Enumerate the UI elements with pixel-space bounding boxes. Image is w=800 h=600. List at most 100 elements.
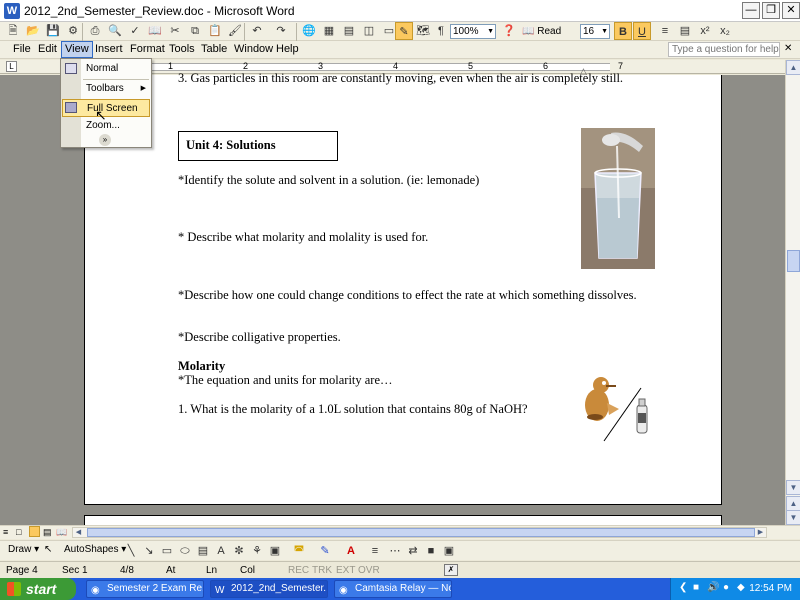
print-preview-icon[interactable]: 🔍	[106, 22, 124, 40]
hyperlink-icon[interactable]: 🌐	[300, 22, 318, 40]
line-style-icon[interactable]: ≡	[366, 542, 384, 560]
subscript-icon[interactable]: x₂	[716, 22, 734, 40]
paste-icon[interactable]: 📋	[206, 22, 224, 40]
superscript-icon[interactable]: x²	[696, 22, 714, 40]
tables-borders-icon[interactable]: ▦	[320, 22, 338, 40]
dash-style-icon[interactable]: ⋯	[386, 542, 404, 560]
status-trk[interactable]: TRK	[312, 565, 332, 576]
print-layout-icon[interactable]	[29, 526, 40, 537]
chevron-double-down-icon[interactable]: »	[99, 134, 111, 146]
scroll-left-icon[interactable]: ◀	[73, 528, 84, 537]
insert-table-icon[interactable]: ▤	[340, 22, 358, 40]
tray-expand-icon[interactable]: ❮	[679, 582, 687, 593]
document-page[interactable]: 3. Gas particles in this room are consta…	[84, 71, 722, 505]
menu-tools[interactable]: Tools	[169, 43, 195, 55]
shadow-style-icon[interactable]: ■	[422, 542, 440, 560]
spelling-icon[interactable]: ✓	[126, 22, 144, 40]
wordart-icon[interactable]: A	[212, 542, 230, 560]
undo-icon[interactable]: ↶	[248, 22, 266, 40]
scroll-up-icon[interactable]: ▲	[786, 60, 800, 75]
redo-icon[interactable]: ↷	[272, 22, 290, 40]
start-button[interactable]: start	[0, 578, 76, 600]
copy-icon[interactable]: ⧉	[186, 22, 204, 40]
horizontal-scroll-thumb[interactable]	[87, 528, 755, 537]
font-size-select[interactable]: 16 ▼	[580, 24, 610, 39]
insert-picture-icon[interactable]: ▣	[266, 542, 284, 560]
research-icon[interactable]: 📖	[146, 22, 164, 40]
previous-page-icon[interactable]: ▲	[786, 496, 800, 511]
cut-icon[interactable]: ✂	[166, 22, 184, 40]
arrow-style-icon[interactable]: ⇄	[404, 542, 422, 560]
bold-button[interactable]: B	[614, 22, 632, 40]
3d-style-icon[interactable]: ▣	[440, 542, 458, 560]
outline-view-icon[interactable]: ▤	[43, 527, 52, 538]
glass-of-water-image[interactable]	[581, 128, 655, 269]
oval-icon[interactable]: ⬭	[176, 542, 194, 560]
show-hide-icon[interactable]: ¶	[432, 22, 450, 40]
clip-art-icon[interactable]: ⚘	[248, 542, 266, 560]
word-doc-icon[interactable]: W	[4, 3, 20, 19]
menu-file[interactable]: File	[13, 43, 31, 55]
taskbar-item[interactable]: W 2012_2nd_Semester...	[210, 580, 328, 598]
permission-icon[interactable]: ⚙	[64, 22, 82, 40]
fit-width-icon[interactable]: ▤	[676, 22, 694, 40]
insert-excel-icon[interactable]: ◫	[360, 22, 378, 40]
open-folder-icon[interactable]: 📂	[24, 22, 42, 40]
close-icon[interactable]: ✕	[782, 2, 800, 19]
scroll-right-icon[interactable]: ▶	[755, 528, 766, 537]
status-rec[interactable]: REC	[288, 565, 309, 576]
status-ext[interactable]: EXT	[336, 565, 355, 576]
zoom-select[interactable]: 100% ▼	[450, 24, 496, 39]
save-icon[interactable]: 💾	[44, 22, 62, 40]
drawing-icon[interactable]: ✎	[395, 22, 413, 40]
read-button[interactable]: 📖 Read	[522, 24, 564, 39]
spelling-status-icon[interactable]: ✗	[444, 564, 458, 576]
help-search-input[interactable]	[668, 42, 780, 57]
security-icon[interactable]: ◆	[737, 582, 745, 593]
volume-icon[interactable]: 🔊	[707, 582, 719, 593]
menu-edit[interactable]: Edit	[38, 43, 57, 55]
menu-item-normal[interactable]: Normal	[62, 60, 150, 78]
menu-help[interactable]: Help	[276, 43, 299, 55]
autoshapes-menu-button[interactable]: AutoShapes ▾	[64, 544, 126, 555]
tab-selector-icon[interactable]: L	[6, 61, 17, 72]
help-icon[interactable]: ❓	[500, 22, 518, 40]
close-document-icon[interactable]: ✕	[784, 43, 792, 54]
taskbar-item[interactable]: ◉ Semester 2 Exam Re...	[86, 580, 204, 598]
print-icon[interactable]: ⎙	[86, 22, 104, 40]
diagram-icon[interactable]: ✼	[230, 542, 248, 560]
web-layout-icon[interactable]: □	[16, 527, 21, 537]
fill-color-icon[interactable]: ◚	[290, 542, 308, 560]
format-painter-icon[interactable]: 🖌	[226, 22, 244, 40]
font-color-icon[interactable]: A	[342, 542, 360, 560]
select-objects-icon[interactable]: ↖	[44, 544, 52, 555]
line-color-icon[interactable]: ✎	[316, 542, 334, 560]
rectangle-icon[interactable]: ▭	[158, 542, 176, 560]
scroll-down-icon[interactable]: ▼	[786, 480, 800, 495]
menu-insert[interactable]: Insert	[95, 43, 123, 55]
scroll-thumb[interactable]	[787, 250, 800, 272]
normal-view-button-icon[interactable]: ≡	[3, 527, 8, 537]
menu-item-toolbars[interactable]: Toolbars ▶	[62, 80, 150, 98]
clock[interactable]: 12:54 PM	[749, 583, 792, 594]
recording-icon[interactable]: ●	[723, 582, 729, 593]
align-center-icon[interactable]: ≡	[656, 22, 674, 40]
draw-menu-button[interactable]: Draw ▾	[8, 544, 39, 555]
text-box-icon[interactable]: ▤	[194, 542, 212, 560]
arrow-icon[interactable]: ↘	[140, 542, 158, 560]
horizontal-scrollbar[interactable]: ◀ ▶	[72, 527, 767, 538]
vertical-scrollbar[interactable]: ▲ ▼ ▲ ▼	[785, 60, 800, 525]
taskbar-item[interactable]: ◉ Camtasia Relay — No...	[334, 580, 452, 598]
menu-window[interactable]: Window	[234, 43, 273, 55]
network-icon[interactable]: ■	[693, 582, 699, 593]
new-document-icon[interactable]: 🗎	[4, 22, 22, 40]
maximize-icon[interactable]: ❐	[762, 2, 780, 19]
beaver-cartoon-image[interactable]	[579, 363, 659, 447]
next-page-icon[interactable]: ▼	[786, 510, 800, 525]
reading-layout-icon[interactable]: 📖	[56, 527, 67, 538]
underline-button[interactable]: U	[633, 22, 651, 40]
menu-table[interactable]: Table	[201, 43, 227, 55]
menu-view[interactable]: View	[61, 41, 93, 58]
minimize-icon[interactable]: —	[742, 2, 760, 19]
status-ovr[interactable]: OVR	[358, 565, 380, 576]
